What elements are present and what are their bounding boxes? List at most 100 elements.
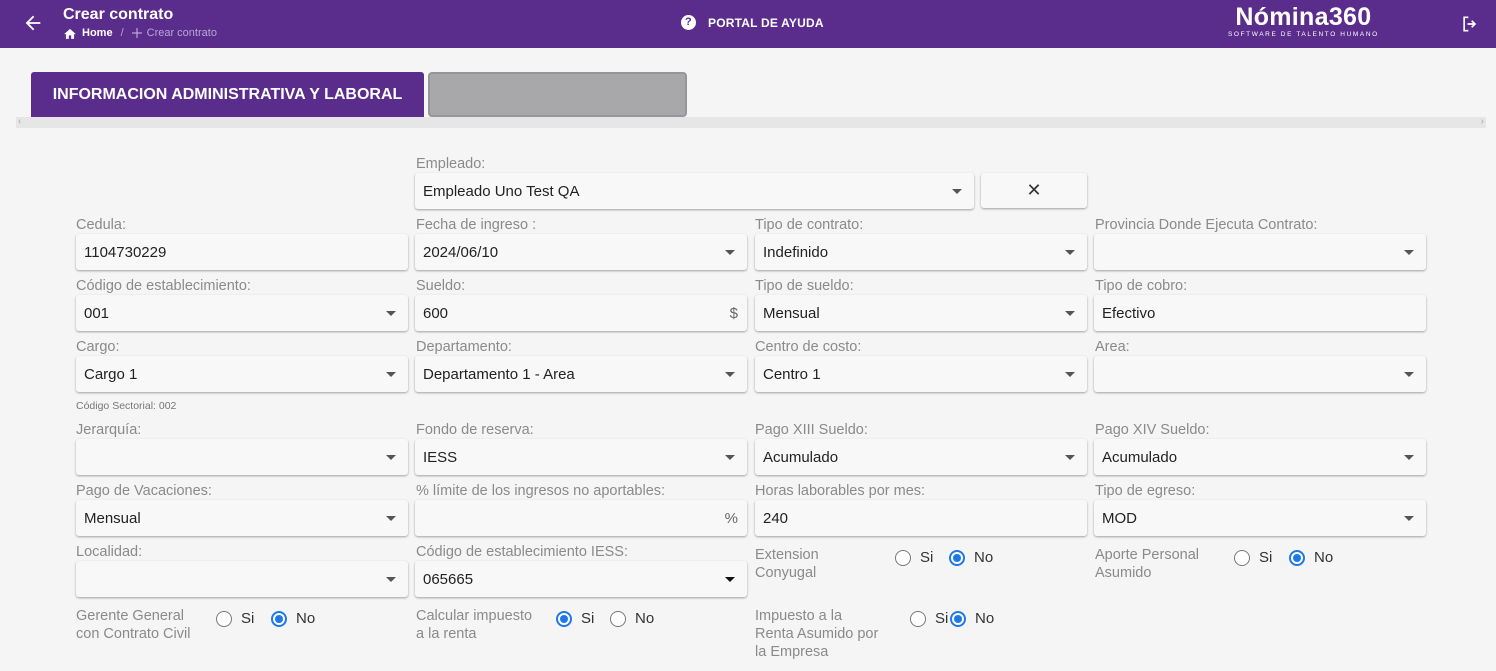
radio-selected-icon[interactable] [1289, 549, 1305, 566]
option-si-label: Si [1259, 549, 1273, 566]
option-si-label: Si [241, 610, 255, 627]
plus-icon [131, 28, 142, 38]
tipo-egreso-value: MOD [1102, 509, 1137, 527]
radio-selected-icon[interactable] [949, 549, 965, 566]
scroll-right-icon[interactable]: › [1481, 116, 1484, 127]
codigo-iess-label: Código de establecimiento IESS: [416, 544, 628, 560]
departamento-select[interactable]: Departamento 1 - Area [415, 356, 747, 392]
logout-icon[interactable] [1460, 14, 1480, 34]
breadcrumb-separator: / [120, 27, 124, 39]
tab-secondary[interactable] [428, 72, 687, 117]
radio-selected-icon[interactable] [271, 610, 287, 627]
radio-icon[interactable] [216, 610, 232, 627]
chevron-down-icon [1065, 249, 1075, 255]
chevron-down-icon [1065, 371, 1075, 377]
help-icon: ? [681, 15, 696, 30]
tipo-contrato-label: Tipo de contrato: [755, 217, 864, 233]
gerente-general-si[interactable]: Si [216, 610, 254, 627]
radio-icon[interactable] [610, 610, 626, 627]
centro-costo-value: Centro 1 [763, 365, 821, 383]
chevron-down-icon [1404, 249, 1414, 255]
radio-selected-icon[interactable] [950, 610, 966, 627]
provincia-select[interactable] [1094, 234, 1426, 270]
tipo-sueldo-label: Tipo de sueldo: [755, 278, 854, 294]
jerarquia-select[interactable] [76, 439, 408, 475]
chevron-down-icon [1404, 515, 1414, 521]
calcular-impuesto-si[interactable]: Si [556, 610, 594, 627]
sueldo-label: Sueldo: [416, 278, 466, 294]
localidad-select[interactable] [76, 561, 408, 597]
aporte-personal-label: Aporte Personal Asumido [1095, 547, 1199, 581]
fondo-reserva-value: IESS [423, 448, 458, 466]
area-label: Area: [1095, 339, 1130, 355]
pago-vacaciones-select[interactable]: Mensual [76, 500, 408, 536]
gerente-general-no[interactable]: No [271, 610, 315, 627]
calcular-impuesto-no[interactable]: No [610, 610, 654, 627]
extension-conyugal-no[interactable]: No [949, 549, 993, 566]
horas-laborables-input[interactable]: 240 [755, 500, 1087, 536]
chevron-down-icon [725, 249, 735, 255]
tabs-scrollbar[interactable]: ‹ › [16, 116, 1486, 128]
aporte-personal-no[interactable]: No [1289, 549, 1333, 566]
fondo-reserva-select[interactable]: IESS [415, 439, 747, 475]
option-si-label: Si [581, 610, 595, 627]
aporte-personal-si[interactable]: Si [1234, 549, 1272, 566]
option-no-label: No [975, 610, 995, 627]
impuesto-asumido-no[interactable]: No [950, 610, 994, 627]
pago-vacaciones-label: Pago de Vacaciones: [76, 483, 212, 499]
breadcrumb-home[interactable]: Home [82, 27, 113, 39]
cargo-select[interactable]: Cargo 1 [76, 356, 408, 392]
chevron-down-icon [1404, 371, 1414, 377]
option-no-label: No [635, 610, 655, 627]
cedula-value: 1104730229 [84, 243, 167, 261]
sueldo-value: 600 [423, 304, 449, 322]
percent-suffix: % [724, 509, 738, 527]
jerarquia-label: Jerarquía: [76, 422, 142, 438]
area-select[interactable] [1094, 356, 1426, 392]
tab-informacion-administrativa[interactable]: INFORMACION ADMINISTRATIVA Y LABORAL [31, 72, 424, 117]
breadcrumb: Home / Crear contrato [63, 27, 217, 39]
radio-icon[interactable] [1234, 549, 1250, 566]
departamento-label: Departamento: [416, 339, 512, 355]
chevron-down-icon [386, 515, 396, 521]
tipo-sueldo-select[interactable]: Mensual [755, 295, 1087, 331]
centro-costo-select[interactable]: Centro 1 [755, 356, 1087, 392]
codigo-establecimiento-select[interactable]: 001 [76, 295, 408, 331]
fecha-ingreso-label: Fecha de ingreso : [416, 217, 537, 233]
fecha-ingreso-select[interactable]: 2024/06/10 [415, 234, 747, 270]
limite-ingresos-input[interactable]: % [415, 500, 747, 536]
extension-conyugal-si[interactable]: Si [895, 549, 933, 566]
brand-logo: Nómina360 SOFTWARE DE TALENTO HUMANO [1228, 3, 1379, 39]
back-arrow-icon[interactable] [22, 12, 44, 34]
provincia-label: Provincia Donde Ejecuta Contrato: [1095, 217, 1318, 233]
tipo-cobro-label: Tipo de cobro: [1095, 278, 1188, 294]
radio-selected-icon[interactable] [556, 610, 572, 627]
chevron-down-icon [725, 576, 735, 582]
chevron-down-icon [386, 310, 396, 316]
limite-ingresos-label: % límite de los ingresos no aportables: [416, 483, 666, 499]
pago-xiii-select[interactable]: Acumulado [755, 439, 1087, 475]
chevron-down-icon [725, 454, 735, 460]
tipo-contrato-select[interactable]: Indefinido [755, 234, 1087, 270]
sueldo-input[interactable]: 600 $ [415, 295, 747, 331]
clear-employee-button[interactable]: ✕ [981, 173, 1087, 208]
help-portal-link[interactable]: ? PORTAL DE AYUDA [681, 15, 824, 30]
tipo-egreso-select[interactable]: MOD [1094, 500, 1426, 536]
home-icon[interactable] [63, 27, 77, 39]
tipo-contrato-value: Indefinido [763, 243, 829, 261]
chevron-down-icon [1065, 454, 1075, 460]
pago-xiv-value: Acumulado [1102, 448, 1178, 466]
option-no-label: No [974, 549, 994, 566]
pago-xiv-select[interactable]: Acumulado [1094, 439, 1426, 475]
radio-icon[interactable] [910, 610, 926, 627]
empleado-select[interactable]: Empleado Uno Test QA [415, 173, 974, 209]
impuesto-asumido-si[interactable]: Si [910, 610, 948, 627]
codigo-iess-select[interactable]: 065665 [415, 561, 747, 597]
codigo-sectorial-helper: Código Sectorial: 002 [76, 400, 177, 412]
option-no-label: No [1314, 549, 1334, 566]
tipo-cobro-input[interactable]: Efectivo [1094, 295, 1426, 331]
scroll-left-icon[interactable]: ‹ [18, 116, 21, 127]
radio-icon[interactable] [895, 549, 911, 566]
gerente-general-label: Gerente General con Contrato Civil [76, 608, 191, 642]
cedula-input[interactable]: 1104730229 [76, 234, 408, 270]
